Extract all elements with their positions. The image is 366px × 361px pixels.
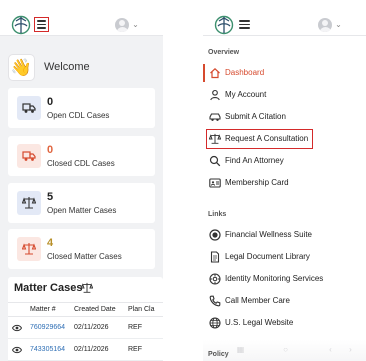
avatar[interactable] xyxy=(318,18,332,32)
matter-id-link[interactable]: 743305164 xyxy=(30,346,65,353)
brand-logo[interactable] xyxy=(11,15,31,35)
link-financial-wellness[interactable]: Financial Wellness Suite xyxy=(203,224,366,246)
matter-cases-title: Matter Cases xyxy=(14,282,83,294)
closed-matter-label: Closed Matter Cases xyxy=(47,252,122,261)
globe-icon xyxy=(209,317,221,329)
link-label: Call Member Care xyxy=(225,296,290,305)
disc-icon xyxy=(209,229,221,241)
scale-icon xyxy=(17,237,41,261)
plan-class: REF xyxy=(128,324,142,331)
link-label: U.S. Legal Website xyxy=(225,318,294,327)
closed-cdl-cases-card[interactable]: 0 Closed CDL Cases xyxy=(8,136,155,176)
id-card-icon xyxy=(209,178,221,188)
car-icon xyxy=(209,113,221,121)
top-header: ⌄ xyxy=(203,0,366,36)
scale-icon xyxy=(81,282,93,293)
right-screen-menu: ⌄ Overview Dashboard My Account Submit A… xyxy=(203,0,366,361)
view-eye-icon[interactable] xyxy=(12,346,22,354)
nav-item-dashboard[interactable]: Dashboard xyxy=(203,62,366,84)
nav-label: Submit A Citation xyxy=(225,112,286,121)
closed-cdl-label: Closed CDL Cases xyxy=(47,159,115,168)
phone-icon xyxy=(209,295,221,307)
open-cdl-label: Open CDL Cases xyxy=(47,111,110,120)
nav-item-submit-citation[interactable]: Submit A Citation xyxy=(203,106,366,128)
welcome-text: Welcome xyxy=(44,61,90,73)
highlight-box xyxy=(206,129,313,149)
waving-hand-icon: 👋 xyxy=(8,54,35,81)
open-matter-label: Open Matter Cases xyxy=(47,206,117,215)
chevron-down-icon[interactable]: ⌄ xyxy=(334,20,343,29)
shield-icon xyxy=(209,273,221,285)
closed-cdl-count: 0 xyxy=(47,144,54,156)
column-header: Created Date xyxy=(74,306,116,313)
document-icon xyxy=(210,251,220,263)
brand-logo[interactable] xyxy=(214,15,234,35)
section-label-policy: Policy xyxy=(208,351,229,358)
circle-icon: ○ xyxy=(283,345,288,354)
truck-icon xyxy=(17,144,41,168)
column-header: Matter # xyxy=(30,306,56,313)
back-icon: ‹ xyxy=(329,345,332,354)
link-label: Legal Document Library xyxy=(225,252,310,261)
hamburger-menu-button[interactable] xyxy=(34,17,49,32)
panel-gap xyxy=(163,0,203,361)
matter-id-link[interactable]: 760929664 xyxy=(30,324,65,331)
top-header: ⌄ xyxy=(0,0,163,36)
user-icon xyxy=(210,89,220,101)
left-screen: ⌄ 👋 Welcome 0 Open CDL Cases 0 Closed CD… xyxy=(0,0,163,361)
nav-item-find-attorney[interactable]: Find An Attorney xyxy=(203,150,366,172)
welcome-banner: 👋 Welcome xyxy=(8,52,163,82)
plan-class: REF xyxy=(128,346,142,353)
forward-icon: › xyxy=(349,345,352,354)
matter-cases-table: Matter Cases Matter # Created Date Plan … xyxy=(8,277,163,361)
section-label-links: Links xyxy=(208,211,227,218)
link-call-member-care[interactable]: Call Member Care xyxy=(203,290,366,312)
open-cdl-cases-card[interactable]: 0 Open CDL Cases xyxy=(8,88,155,128)
link-us-legal-website[interactable]: U.S. Legal Website xyxy=(203,312,366,334)
truck-icon xyxy=(17,96,41,120)
search-icon xyxy=(209,155,221,167)
nav-label: Membership Card xyxy=(225,178,289,187)
closed-matter-cases-card[interactable]: 4 Closed Matter Cases xyxy=(8,229,155,269)
link-legal-document-library[interactable]: Legal Document Library xyxy=(203,246,366,268)
nav-label: My Account xyxy=(225,90,267,99)
open-matter-cases-card[interactable]: 5 Open Matter Cases xyxy=(8,183,155,223)
nav-item-membership-card[interactable]: Membership Card xyxy=(203,172,366,194)
open-matter-count: 5 xyxy=(47,191,54,203)
closed-matter-count: 4 xyxy=(47,237,54,249)
open-cdl-count: 0 xyxy=(47,96,54,108)
link-label: Identity Monitoring Services xyxy=(225,274,324,283)
nav-label: Dashboard xyxy=(225,68,265,77)
view-eye-icon[interactable] xyxy=(12,324,22,332)
table-header: Matter # Created Date Plan Cla xyxy=(8,302,163,317)
section-label-overview: Overview xyxy=(208,49,240,56)
column-header: Plan Cla xyxy=(128,306,155,313)
hamburger-menu-button[interactable] xyxy=(237,17,252,32)
nav-item-my-account[interactable]: My Account xyxy=(203,84,366,106)
link-identity-monitoring[interactable]: Identity Monitoring Services xyxy=(203,268,366,290)
table-row[interactable]: 743305164 02/11/2026 REF xyxy=(8,339,163,361)
avatar[interactable] xyxy=(115,18,129,32)
table-row[interactable]: 760929664 02/11/2026 REF xyxy=(8,317,163,339)
chevron-down-icon[interactable]: ⌄ xyxy=(131,20,140,29)
created-date: 02/11/2026 xyxy=(74,324,109,331)
scale-icon xyxy=(17,191,41,215)
link-label: Financial Wellness Suite xyxy=(225,230,313,239)
grid-icon: ▦ xyxy=(236,345,245,354)
home-icon xyxy=(210,67,220,79)
created-date: 02/11/2026 xyxy=(74,346,109,353)
nav-label: Find An Attorney xyxy=(225,156,284,165)
